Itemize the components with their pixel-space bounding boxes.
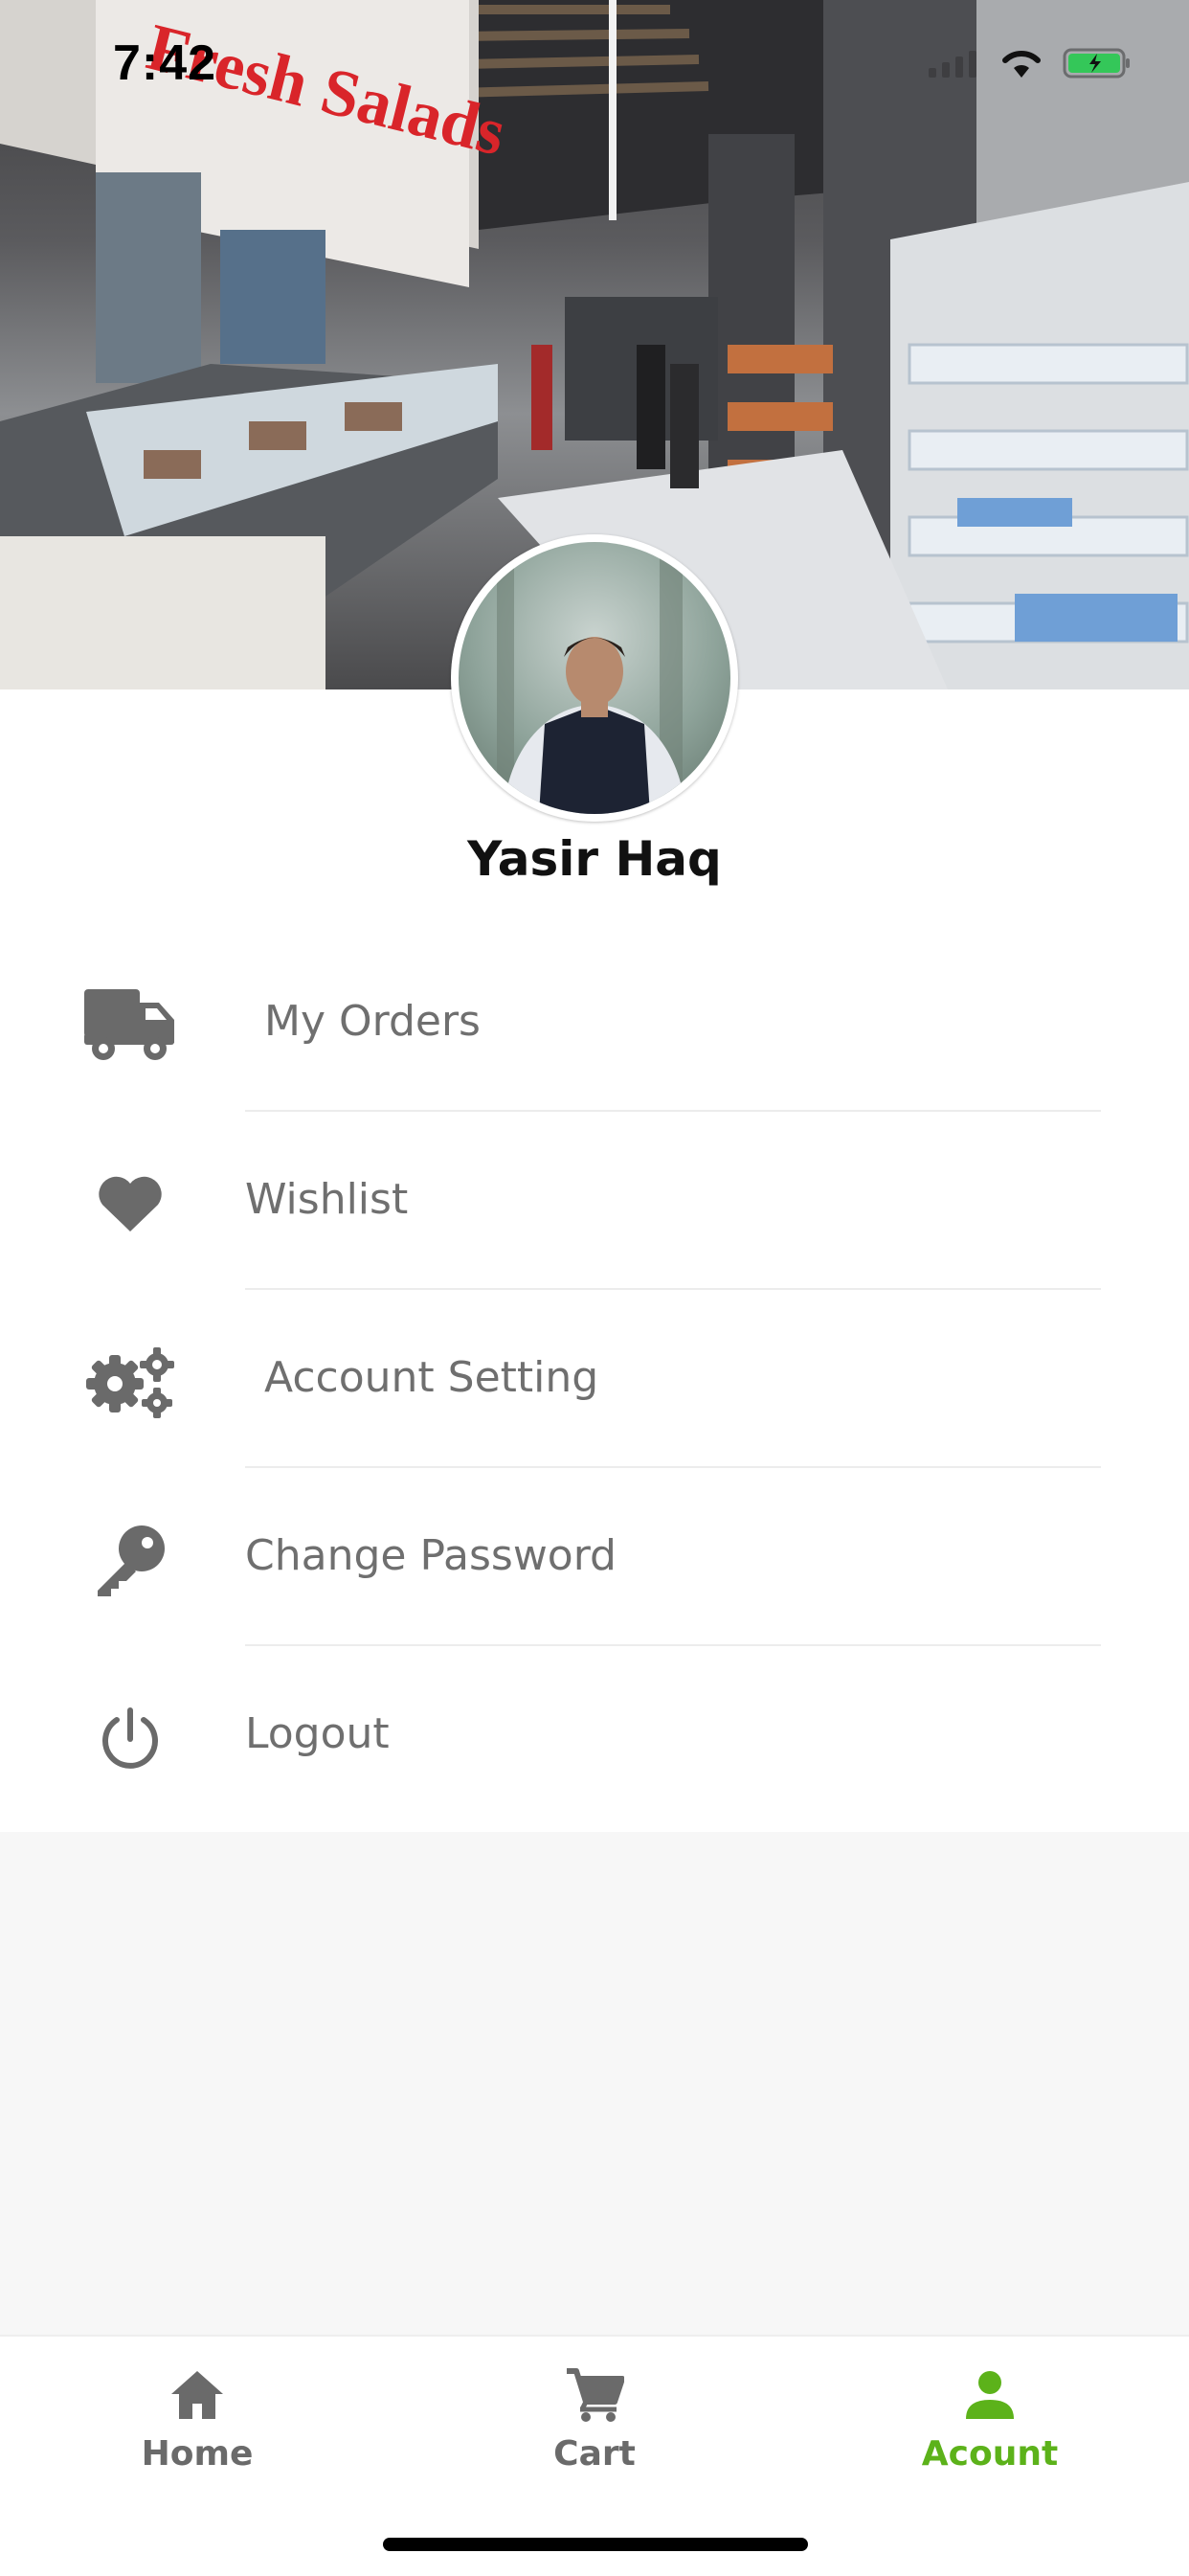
profile-avatar[interactable] (451, 534, 738, 822)
account-menu: My Orders Wishlist Account Setting Chang… (0, 934, 1189, 1824)
truck-icon (82, 987, 178, 1064)
menu-label-account-setting: Account Setting (264, 1353, 599, 1402)
tab-cart[interactable]: Cart (470, 2361, 719, 2474)
power-icon (82, 1700, 178, 1776)
menu-label-change-password: Change Password (245, 1531, 617, 1580)
menu-label-logout: Logout (245, 1709, 390, 1758)
tab-account[interactable]: Acount (865, 2361, 1114, 2474)
avatar-photo (459, 542, 730, 814)
home-indicator (383, 2538, 808, 2551)
status-time: 7:42 (113, 35, 217, 91)
home-icon (73, 2361, 322, 2429)
heart-icon (82, 1165, 178, 1242)
menu-item-my-orders[interactable]: My Orders (0, 934, 1189, 1112)
tab-label-cart: Cart (553, 2434, 636, 2474)
wifi-icon (999, 47, 1043, 83)
menu-item-wishlist[interactable]: Wishlist (0, 1112, 1189, 1290)
tab-label-home: Home (141, 2434, 254, 2474)
status-icons (927, 46, 1132, 84)
menu-label-wishlist: Wishlist (245, 1175, 409, 1224)
key-icon (82, 1522, 178, 1598)
signal-icon (927, 49, 980, 81)
gears-icon (82, 1344, 178, 1420)
status-bar: 7:42 (0, 0, 1189, 124)
cart-icon (470, 2361, 719, 2429)
tab-home[interactable]: Home (73, 2361, 322, 2474)
menu-item-change-password[interactable]: Change Password (0, 1468, 1189, 1646)
menu-label-my-orders: My Orders (264, 997, 481, 1046)
user-icon (865, 2361, 1114, 2429)
battery-icon (1063, 46, 1132, 84)
menu-item-account-setting[interactable]: Account Setting (0, 1290, 1189, 1468)
profile-name: Yasir Haq (467, 831, 722, 887)
menu-item-logout[interactable]: Logout (0, 1646, 1189, 1824)
tab-label-account: Acount (921, 2434, 1059, 2474)
